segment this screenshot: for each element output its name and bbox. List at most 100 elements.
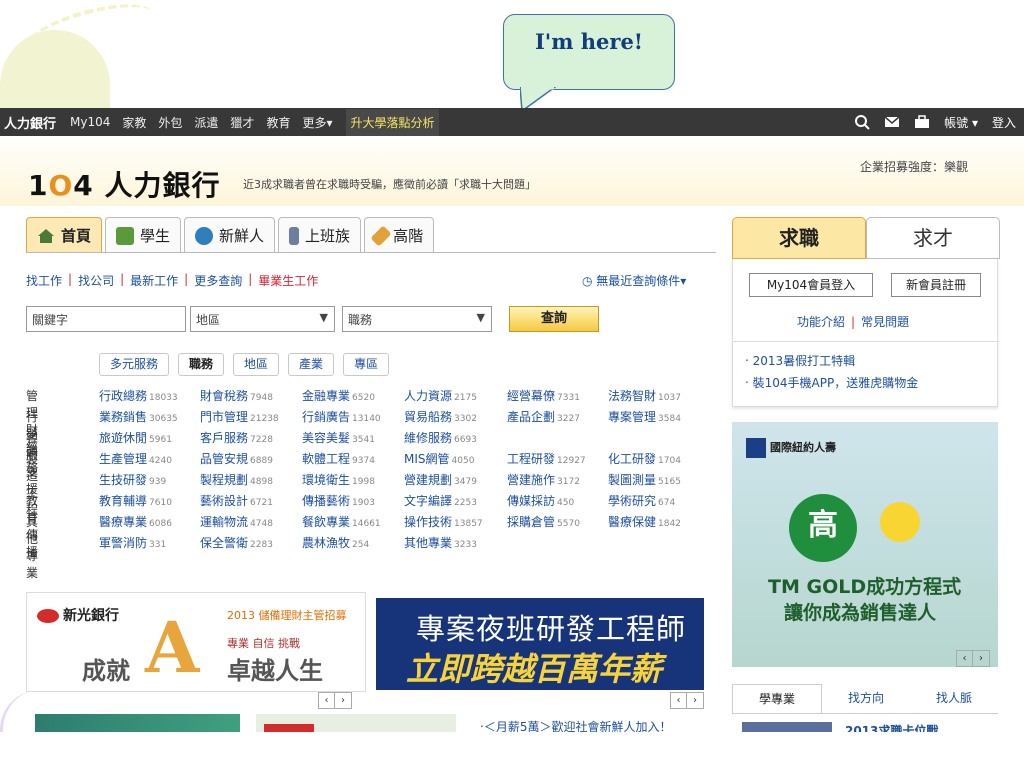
login-link[interactable]: 登入 <box>992 114 1016 131</box>
job-category-link[interactable]: 金融專業 6520 <box>302 387 375 404</box>
tab-job-seeking[interactable]: 求職 <box>732 217 866 259</box>
prev-arrow-icon[interactable]: ‹ <box>957 651 973 666</box>
link-find-job[interactable]: 找工作 <box>26 272 62 289</box>
member-login-button[interactable]: My104會員登入 <box>749 273 873 297</box>
job-category-link[interactable]: 醫療專業 6086 <box>99 513 172 530</box>
mail-icon[interactable] <box>884 116 900 128</box>
job-category-link[interactable]: 財會稅務 7948 <box>200 387 273 404</box>
job-category-link[interactable]: 文字編譯 2253 <box>404 492 477 509</box>
tab-recruiting[interactable]: 求才 <box>866 217 1000 259</box>
job-category-link[interactable]: 環境衛生 1998 <box>302 471 375 488</box>
nav-tutor[interactable]: 家教 <box>122 114 146 131</box>
job-category-link[interactable]: 傳播藝術 1903 <box>302 492 375 509</box>
job-category-link[interactable]: 其他專業 3233 <box>404 534 477 551</box>
ad-banner-skbank[interactable]: 新光銀行 2013 儲備理財主管招募 A 專業 自信 挑戰 成就 卓越人生 <box>26 592 366 692</box>
job-category-link[interactable]: 保全警衛 2283 <box>200 534 273 551</box>
job-category-link[interactable]: 門市管理 21238 <box>200 408 279 425</box>
job-category-link[interactable]: 營建規劃 3479 <box>404 471 477 488</box>
tagline-link[interactable]: 近3成求職者曾在求職時受騙，應徵前必讀「求職十大問題」 <box>243 176 536 192</box>
recent-search-dropdown[interactable]: ◷ 無最近查詢條件▾ <box>582 272 686 289</box>
news-item[interactable]: ‧ 2013暑假打工特輯 <box>745 352 855 369</box>
job-category-link[interactable]: 營建施作 3172 <box>507 471 580 488</box>
nav-outsource[interactable]: 外包 <box>158 114 182 131</box>
job-category-link[interactable]: 維修服務 6693 <box>404 429 477 446</box>
job-category-link[interactable]: 專案管理 3584 <box>608 408 681 425</box>
cat-industry[interactable]: 產業 <box>288 353 335 376</box>
tab-student[interactable]: 學生 <box>105 217 182 253</box>
link-faq[interactable]: 常見問題 <box>861 315 909 329</box>
account-menu[interactable]: 帳號 ▾ <box>944 114 978 131</box>
site-logo[interactable]: 1O4 人力銀行 <box>28 164 221 204</box>
cat-jobs[interactable]: 職務 <box>178 353 225 376</box>
next-arrow-icon[interactable]: › <box>973 651 989 666</box>
nav-more[interactable]: 更多▾ <box>302 114 332 131</box>
job-category-link[interactable]: 客戶服務 7228 <box>200 429 273 446</box>
ad-banner-engineer[interactable]: 專案夜班研發工程師 立即跨越百萬年薪 <box>376 598 704 690</box>
job-category-link[interactable]: 產品企劃 3227 <box>507 408 580 425</box>
tab-executive[interactable]: 高階 <box>364 217 435 253</box>
cat-diverse-services[interactable]: 多元服務 <box>99 353 170 376</box>
job-category-link[interactable]: 行銷廣告 13140 <box>302 408 381 425</box>
job-category-link[interactable]: 運輸物流 4748 <box>200 513 273 530</box>
job-category-link[interactable]: 經營幕僚 7331 <box>507 387 580 404</box>
nav-headhunt[interactable]: 獵才 <box>230 114 254 131</box>
cat-zone[interactable]: 專區 <box>343 353 390 376</box>
job-category-link[interactable]: 學術研究 674 <box>608 492 675 509</box>
tab-fresh-graduate[interactable]: 新鮮人 <box>184 217 276 253</box>
job-category-link[interactable]: 採購倉管 5570 <box>507 513 580 530</box>
job-category-link[interactable]: 操作技術 13857 <box>404 513 483 530</box>
tab-employee[interactable]: 上班族 <box>278 217 362 253</box>
job-category-link[interactable]: 法務智財 1037 <box>608 387 681 404</box>
job-category-link[interactable]: 旅遊休閒 5961 <box>99 429 172 446</box>
job-category-link[interactable]: 工程研發 12927 <box>507 450 586 467</box>
top-brand[interactable]: 人力銀行 <box>0 113 64 132</box>
job-category-link[interactable]: 藝術設計 6721 <box>200 492 273 509</box>
job-category-link[interactable]: 品管安規 6889 <box>200 450 273 467</box>
nav-education[interactable]: 教育 <box>266 114 290 131</box>
prev-arrow-icon[interactable]: ‹ <box>319 693 335 708</box>
tab-find-network[interactable]: 找人脈 <box>910 684 998 713</box>
search-person-icon[interactable] <box>854 114 870 130</box>
cat-area[interactable]: 地區 <box>233 353 280 376</box>
job-category-link[interactable]: 生產管理 4240 <box>99 450 172 467</box>
job-category-link[interactable]: 餐飲專業 14661 <box>302 513 381 530</box>
job-category-link[interactable]: 製圖測量 5165 <box>608 471 681 488</box>
link-feature-intro[interactable]: 功能介紹 <box>797 315 845 329</box>
ad-insurance[interactable]: 國際紐約人壽 高 TM GOLD成功方程式 讓你成為銷售達人 <box>732 422 998 667</box>
nav-my104[interactable]: My104 <box>70 115 110 129</box>
job-category-link[interactable]: 貿易船務 3302 <box>404 408 477 425</box>
next-arrow-icon[interactable]: › <box>687 693 703 708</box>
job-category-link[interactable]: 行政總務 18033 <box>99 387 178 404</box>
job-category-link[interactable]: 傳媒採訪 450 <box>507 492 574 509</box>
tab-find-direction[interactable]: 找方向 <box>822 684 910 713</box>
job-select[interactable]: 職務 ▼ <box>342 306 492 332</box>
job-category-link[interactable]: 人力資源 2175 <box>404 387 477 404</box>
link-latest-jobs[interactable]: 最新工作 <box>130 272 178 289</box>
news-item[interactable]: ‧ 裝104手機APP，送雅虎購物金 <box>745 374 918 391</box>
briefcase-icon[interactable] <box>914 115 930 129</box>
area-select[interactable]: 地區 ▼ <box>190 306 335 332</box>
job-category-link[interactable]: 生技研發 939 <box>99 471 166 488</box>
job-category-link[interactable]: 軍警消防 331 <box>99 534 166 551</box>
search-button[interactable]: 查詢 <box>509 306 599 332</box>
tab-home[interactable]: 首頁 <box>26 217 103 253</box>
prev-arrow-icon[interactable]: ‹ <box>671 693 687 708</box>
job-category-link[interactable]: 業務銷售 30635 <box>99 408 178 425</box>
job-category-link[interactable]: 農林漁牧 254 <box>302 534 369 551</box>
link-more-search[interactable]: 更多查詢 <box>194 272 242 289</box>
next-arrow-icon[interactable]: › <box>335 693 351 708</box>
job-category-link[interactable]: 軟體工程 9374 <box>302 450 375 467</box>
job-category-link[interactable]: MIS網管 4050 <box>404 450 474 467</box>
nav-college-analysis[interactable]: 升大學落點分析 <box>346 108 439 136</box>
job-category-link[interactable]: 教育輔導 7610 <box>99 492 172 509</box>
link-find-company[interactable]: 找公司 <box>78 272 114 289</box>
job-category-link[interactable]: 美容美髮 3541 <box>302 429 375 446</box>
job-category-link[interactable]: 化工研發 1704 <box>608 450 681 467</box>
register-button[interactable]: 新會員註冊 <box>891 273 981 297</box>
link-graduate-jobs[interactable]: 畢業生工作 <box>258 272 318 289</box>
job-category-link[interactable]: 製程規劃 4898 <box>200 471 273 488</box>
job-category-link[interactable]: 醫療保健 1842 <box>608 513 681 530</box>
nav-dispatch[interactable]: 派遣 <box>194 114 218 131</box>
tab-learn-skill[interactable]: 學專業 <box>732 684 822 713</box>
keyword-input[interactable]: 關鍵字 <box>26 306 186 332</box>
